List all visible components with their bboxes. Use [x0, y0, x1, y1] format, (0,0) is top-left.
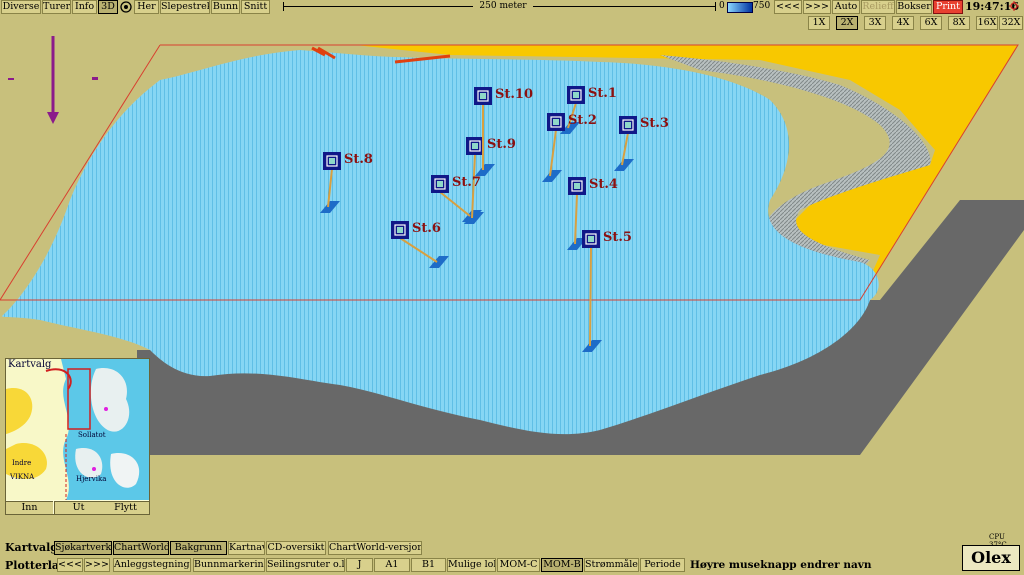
shoal-area	[660, 55, 931, 270]
plotterlag-item[interactable]: MOM-C	[497, 558, 540, 572]
station-label: St.10	[495, 87, 534, 102]
depth-color-scale	[727, 2, 753, 13]
bunn-button[interactable]: Bunn	[211, 0, 240, 14]
zoom-16x-button[interactable]: 16X	[976, 16, 998, 30]
station-marker[interactable]	[582, 230, 602, 352]
station-label: St.4	[589, 177, 618, 192]
turer-button[interactable]: Turer	[42, 0, 71, 14]
minimap-flytt-button[interactable]: Flytt	[102, 501, 149, 514]
target-icon[interactable]	[120, 1, 132, 13]
minimap-title: Kartvalg	[8, 359, 52, 370]
diverse-button[interactable]: Diverse	[1, 0, 41, 14]
station-label: St.7	[452, 175, 481, 190]
olex-logo: Olex	[962, 545, 1020, 571]
slepestrek-button[interactable]: Slepestrek	[160, 0, 210, 14]
depth-plane	[137, 200, 1024, 455]
sun-icon[interactable]	[1009, 1, 1019, 11]
plotterlag-item[interactable]: MOM-B	[541, 558, 583, 572]
zoom-2x-button[interactable]: 2X	[836, 16, 858, 30]
compass-tick-right	[92, 78, 98, 80]
plotterlag-item[interactable]: B1	[411, 558, 446, 572]
snitt-button[interactable]: Snitt	[241, 0, 270, 14]
minimap-ut-button[interactable]: Ut	[54, 501, 103, 514]
right-click-hint: Høyre museknapp endrer navn	[690, 559, 872, 571]
station-marker[interactable]	[614, 116, 637, 171]
zoom-6x-button[interactable]: 6X	[920, 16, 942, 30]
station-label: St.1	[588, 86, 617, 101]
relieff-button[interactable]: Relieff	[861, 0, 895, 14]
zoom-4x-button[interactable]: 4X	[892, 16, 914, 30]
north-arrow-icon	[47, 36, 98, 124]
plotterlag-item[interactable]: >>>	[84, 558, 110, 572]
land-area	[355, 45, 1018, 300]
zoom-1x-button[interactable]: 1X	[808, 16, 830, 30]
minimap-label: Hjervika	[76, 475, 107, 483]
kartvalg-row-label: Kartvalg	[5, 541, 58, 554]
area-outline	[0, 44, 1019, 301]
zoom-32x-button[interactable]: 32X	[999, 16, 1023, 30]
view-3d-button[interactable]: 3D	[98, 0, 118, 14]
zoom-3x-button[interactable]: 3X	[864, 16, 886, 30]
station-marker[interactable]	[320, 152, 341, 213]
kartvalg-item[interactable]: Bakgrunn	[170, 541, 227, 555]
station-label: St.2	[568, 113, 597, 128]
depth-min-label: 0	[719, 1, 725, 11]
her-button[interactable]: Her	[134, 0, 159, 14]
overview-minimap[interactable]: Kartvalg Indre VIKNA Hjervika Sollatot I…	[5, 358, 150, 515]
minimap-label: VIKNA	[10, 473, 35, 481]
kartvalg-item[interactable]: ChartWorld	[113, 541, 169, 555]
info-button[interactable]: Info	[72, 0, 97, 14]
plotterlag-item[interactable]: Anleggstegninger	[113, 558, 191, 572]
zoom-8x-button[interactable]: 8X	[948, 16, 970, 30]
station-label: St.5	[603, 230, 632, 245]
bokser-button[interactable]: Bokser	[896, 0, 932, 14]
scale-label: 250 meter	[473, 1, 533, 11]
plotterlag-item[interactable]: Periode	[640, 558, 685, 572]
minimap-inn-button[interactable]: Inn	[6, 501, 53, 514]
station-label: St.9	[487, 137, 516, 152]
station-marker[interactable]	[567, 177, 587, 250]
minimap-label: Sollatot	[78, 431, 106, 439]
station-label: St.8	[344, 152, 373, 167]
kartvalg-item[interactable]: Sjøkartverket	[54, 541, 112, 555]
prev-button[interactable]: <<<	[774, 0, 802, 14]
station-marker[interactable]	[542, 113, 565, 182]
kartvalg-item[interactable]: CD-oversikt	[266, 541, 326, 555]
station-label: St.3	[640, 116, 669, 131]
compass-tick-left	[8, 78, 14, 80]
kartvalg-item[interactable]: Kartnavn	[228, 541, 265, 555]
kartvalg-item[interactable]: ChartWorld-versjoner	[328, 541, 422, 555]
plotterlag-item[interactable]: Bunnmarkeringer	[193, 558, 265, 572]
top-toolbar: Diverse Turer Info 3D Her Slepestrek Bun…	[0, 0, 1024, 14]
plotterlag-item[interactable]: Mulige lok	[447, 558, 496, 572]
minimap-label: Indre	[12, 459, 32, 467]
plotterlag-item[interactable]: Seilingsruter o.l.	[266, 558, 345, 572]
plotterlag-item[interactable]: A1	[374, 558, 410, 572]
print-button[interactable]: Print	[933, 0, 963, 14]
auto-button[interactable]: Auto	[832, 0, 860, 14]
station-label: St.6	[412, 221, 441, 236]
depth-max-label: 750	[753, 1, 771, 11]
plotterlag-item[interactable]: <<<	[57, 558, 83, 572]
plotterlag-item[interactable]: J	[346, 558, 373, 572]
plotterlag-item[interactable]: Strømmåler	[584, 558, 639, 572]
station-marker[interactable]	[474, 87, 495, 176]
scale-bar: 250 meter	[283, 1, 716, 12]
next-button[interactable]: >>>	[803, 0, 831, 14]
coast-marks	[311, 46, 451, 64]
